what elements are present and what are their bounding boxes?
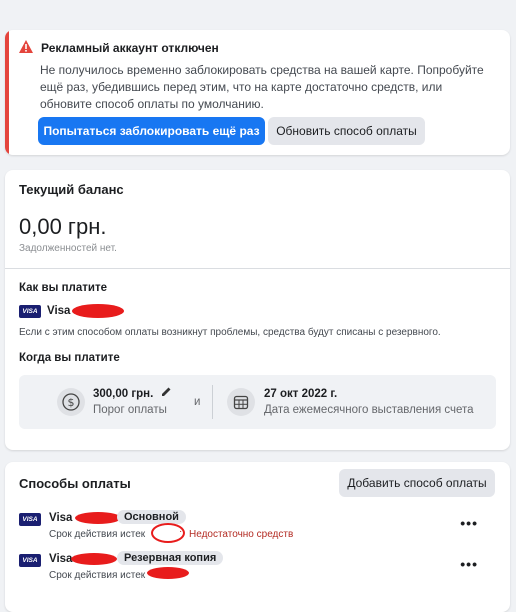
calendar-icon xyxy=(227,388,255,416)
backup-tag: Резервная копия xyxy=(117,551,224,565)
how-you-pay-title: Как вы платите xyxy=(19,282,107,294)
billing-info-box: $ 300,00 грн. Порог оплаты и 27 окт 2022… xyxy=(19,375,496,429)
alert-stripe xyxy=(5,30,9,155)
account-disabled-alert: Рекламный аккаунт отключен Не получилось… xyxy=(5,30,510,155)
svg-text:$: $ xyxy=(68,396,75,409)
method-brand: Visa xyxy=(49,553,73,565)
add-payment-method-button[interactable]: Добавить способ оплаты xyxy=(339,469,495,497)
method-brand: Visa xyxy=(49,512,73,524)
balance-card: Текущий баланс 0,00 грн. Задолженностей … xyxy=(5,170,510,450)
threshold-value: 300,00 грн. xyxy=(93,388,154,400)
alert-header: Рекламный аккаунт отключен xyxy=(19,40,219,56)
box-divider xyxy=(212,385,213,419)
redaction-mark xyxy=(147,567,189,579)
redaction-mark xyxy=(72,304,125,318)
debt-note: Задолженностей нет. xyxy=(19,243,117,254)
visa-icon: VISA xyxy=(19,513,41,526)
divider xyxy=(5,268,510,269)
alert-title: Рекламный аккаунт отключен xyxy=(41,41,219,55)
redaction-mark xyxy=(71,553,117,565)
payment-method-row[interactable]: VISA Visa Резервная копия Срок действия … xyxy=(19,550,496,586)
balance-title: Текущий баланс xyxy=(19,182,124,197)
payment-method-row[interactable]: VISA Visa Основной Срок действия истек ·… xyxy=(19,510,496,546)
primary-tag: Основной xyxy=(117,510,186,524)
payment-methods-title: Способы оплаты xyxy=(19,476,131,491)
visa-icon: VISA xyxy=(19,554,41,567)
method-expiry: Срок действия истек xyxy=(49,570,146,581)
when-you-pay-title: Когда вы платите xyxy=(19,352,120,364)
payment-methods-card: Способы оплаты Добавить способ оплаты VI… xyxy=(5,462,510,612)
edit-pencil-icon[interactable] xyxy=(161,386,172,400)
dollar-icon: $ xyxy=(57,388,85,416)
and-label: и xyxy=(194,396,201,408)
balance-amount: 0,00 грн. xyxy=(19,214,107,239)
method-expiry: Срок действия истек xyxy=(49,529,146,540)
threshold-label: Порог оплаты xyxy=(93,404,167,416)
redaction-mark xyxy=(75,512,121,524)
retry-block-button[interactable]: Попытаться заблокировать ещё раз xyxy=(38,117,265,145)
method-status: Недостаточно средств xyxy=(189,529,294,540)
visa-icon: VISA xyxy=(19,304,41,318)
fallback-note: Если с этим способом оплаты возникнут пр… xyxy=(19,327,441,338)
update-payment-button[interactable]: Обновить способ оплаты xyxy=(268,117,425,145)
card-brand: Visa xyxy=(47,305,71,317)
warning-icon xyxy=(19,40,33,56)
more-options-icon[interactable]: ••• xyxy=(460,556,478,572)
billing-date-label: Дата ежемесячного выставления счета xyxy=(264,404,474,416)
payment-card: VISA Visa xyxy=(19,304,125,318)
billing-date-value: 27 окт 2022 г. xyxy=(264,388,338,400)
alert-message: Не получилось временно заблокировать сре… xyxy=(40,63,484,111)
more-options-icon[interactable]: ••• xyxy=(460,515,478,531)
